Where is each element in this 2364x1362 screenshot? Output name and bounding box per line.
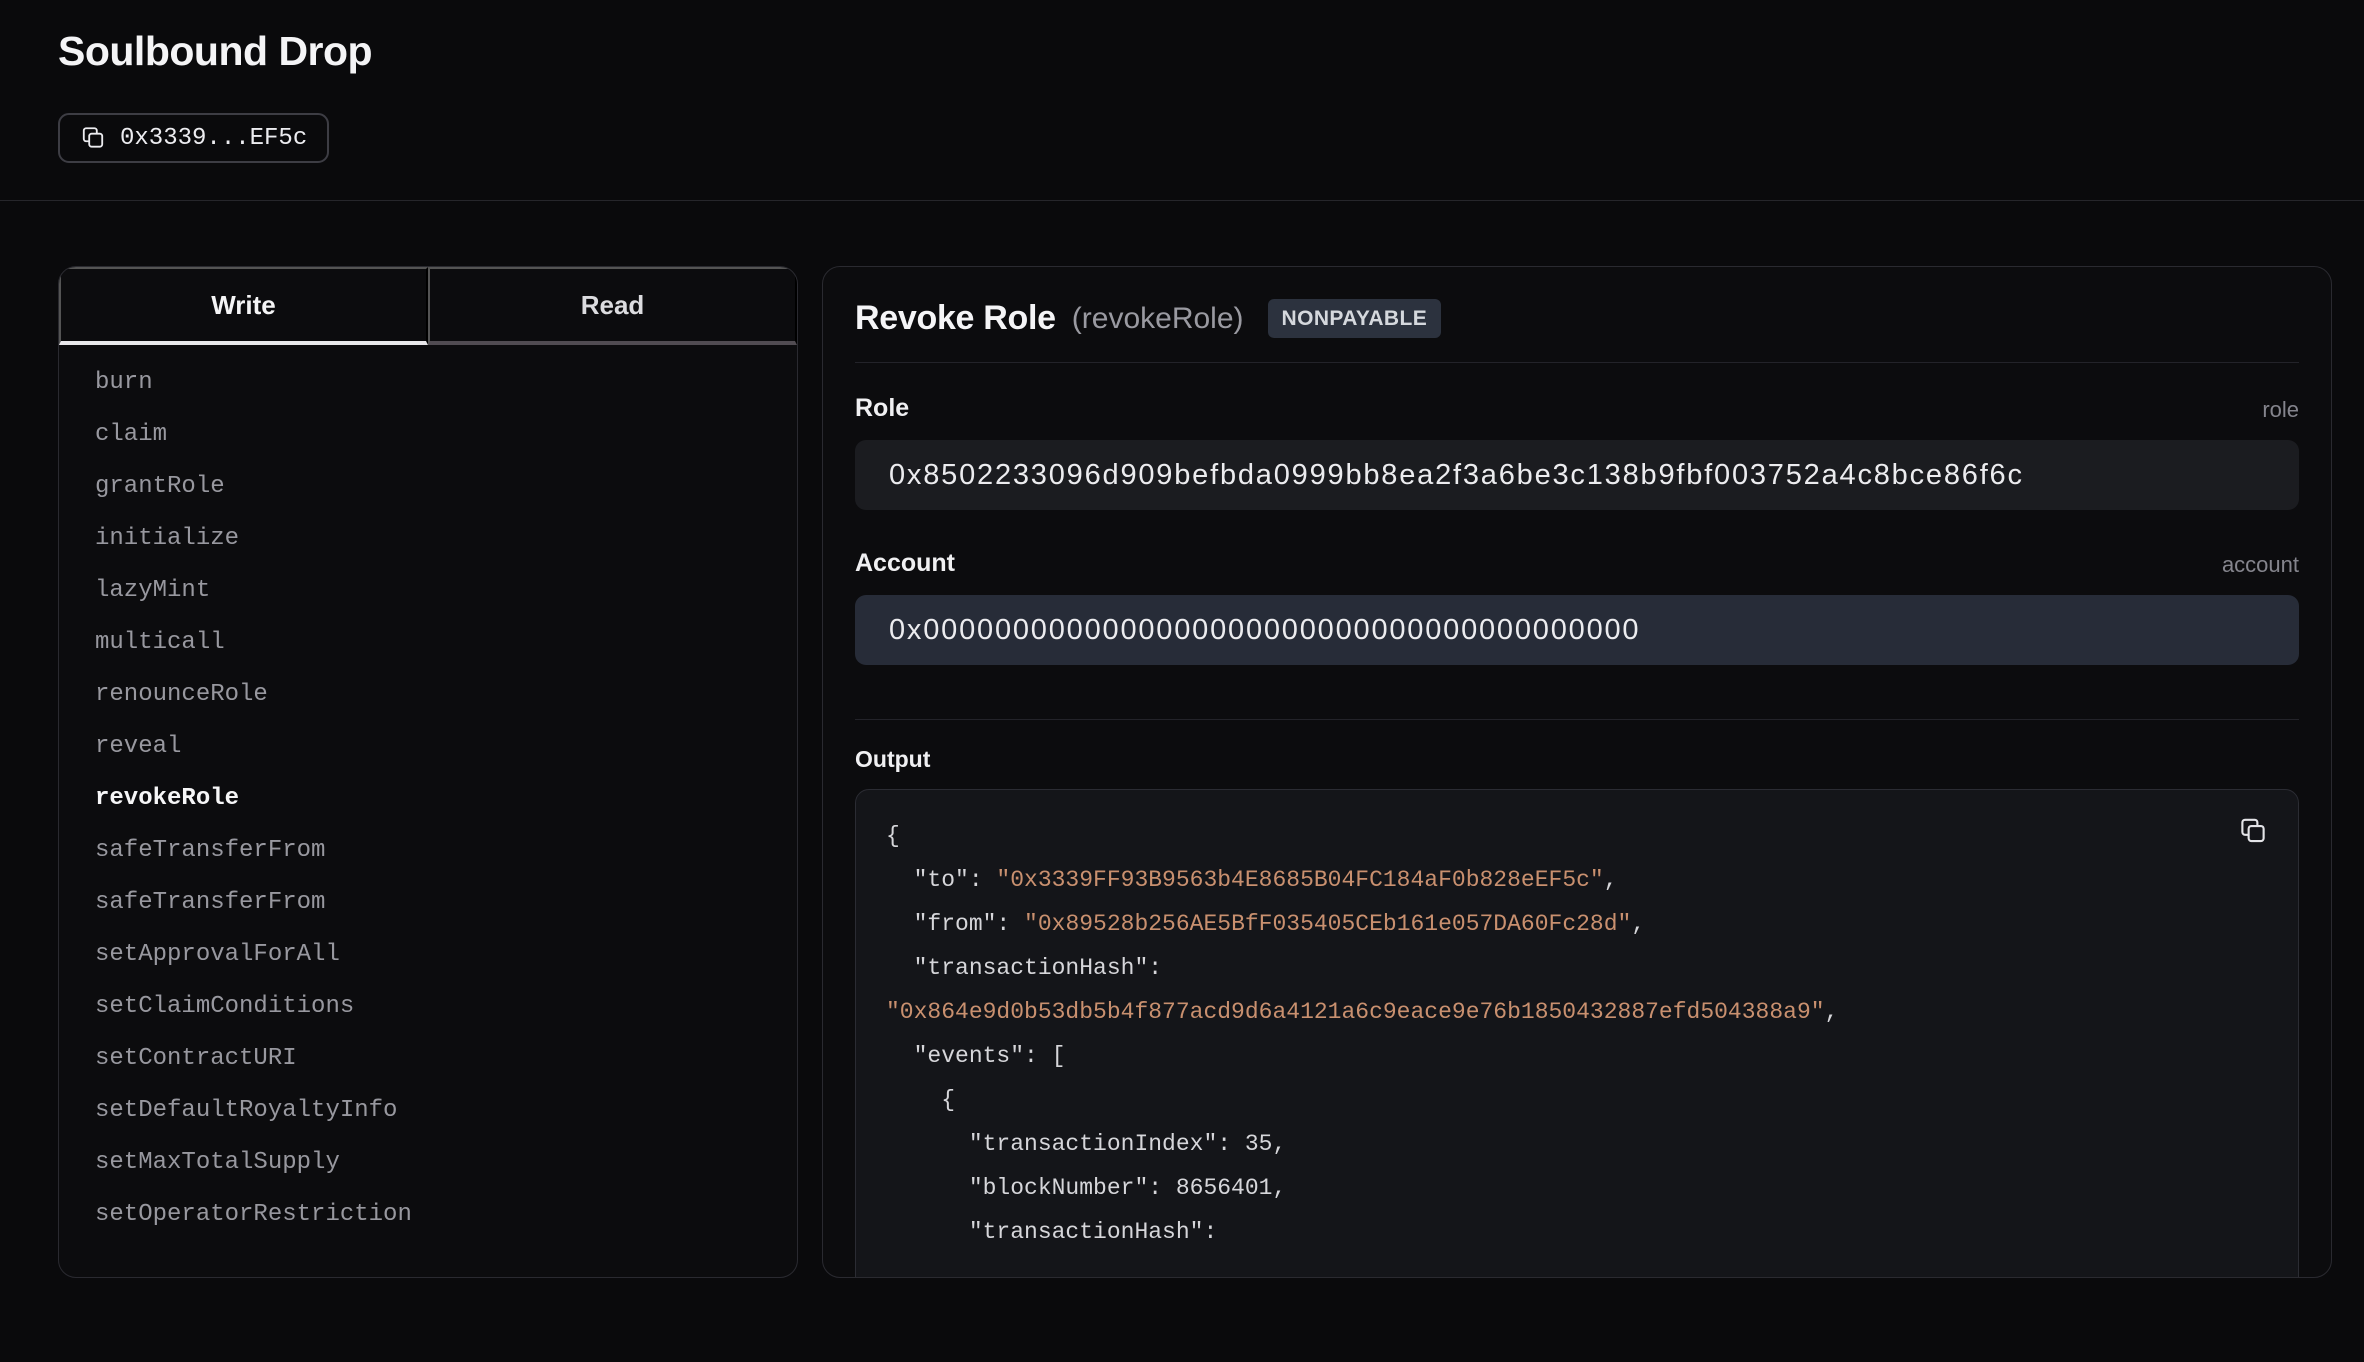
function-item-setDefaultRoyaltyInfo[interactable]: setDefaultRoyaltyInfo: [59, 1085, 797, 1137]
function-item-setClaimConditions[interactable]: setClaimConditions: [59, 981, 797, 1033]
account-hint: account: [2222, 552, 2299, 578]
tab-read[interactable]: Read: [428, 267, 797, 345]
function-name: (revokeRole): [1072, 302, 1244, 336]
copy-icon: [80, 125, 106, 151]
copy-icon: [2238, 816, 2268, 846]
function-list: burnclaimgrantRoleinitializelazyMintmult…: [59, 345, 797, 1261]
output-label: Output: [855, 746, 2299, 773]
function-detail-panel: Revoke Role (revokeRole) NONPAYABLE Role…: [822, 266, 2332, 1278]
role-label: Role: [855, 394, 909, 423]
functions-panel: Write Read burnclaimgrantRoleinitializel…: [58, 266, 798, 1278]
function-item-setMaxTotalSupply[interactable]: setMaxTotalSupply: [59, 1137, 797, 1189]
role-field-group: Role role: [855, 363, 2299, 510]
function-item-revokeRole[interactable]: revokeRole: [59, 773, 797, 825]
account-input[interactable]: [855, 595, 2299, 665]
output-code: { "to": "0x3339FF93B9563b4E8685B04FC184a…: [886, 814, 2268, 1254]
function-item-setContractURI[interactable]: setContractURI: [59, 1033, 797, 1085]
function-item-setOperatorRestriction[interactable]: setOperatorRestriction: [59, 1189, 797, 1241]
function-item-burn[interactable]: burn: [59, 357, 797, 409]
page-title: Soulbound Drop: [58, 26, 2306, 76]
account-label: Account: [855, 549, 955, 578]
account-field-group: Account account: [855, 518, 2299, 665]
function-item-setApprovalForAll[interactable]: setApprovalForAll: [59, 929, 797, 981]
page-header: Soulbound Drop 0x3339...EF5c: [0, 0, 2364, 201]
function-item-safeTransferFrom[interactable]: safeTransferFrom: [59, 877, 797, 929]
contract-explorer-screen: Soulbound Drop 0x3339...EF5c Write Read …: [0, 0, 2364, 1362]
function-item-lazyMint[interactable]: lazyMint: [59, 565, 797, 617]
role-hint: role: [2262, 397, 2299, 423]
role-label-row: Role role: [855, 393, 2299, 423]
output-code-block: { "to": "0x3339FF93B9563b4E8685B04FC184a…: [855, 789, 2299, 1278]
detail-header: Revoke Role (revokeRole) NONPAYABLE: [855, 299, 2299, 338]
function-item-reveal[interactable]: reveal: [59, 721, 797, 773]
function-item-multicall[interactable]: multicall: [59, 617, 797, 669]
tab-write[interactable]: Write: [59, 267, 428, 345]
role-input[interactable]: [855, 440, 2299, 510]
mutability-badge: NONPAYABLE: [1268, 299, 1442, 338]
function-item-claim[interactable]: claim: [59, 409, 797, 461]
output-divider: [855, 719, 2299, 720]
main-content: Write Read burnclaimgrantRoleinitializel…: [58, 266, 2332, 1278]
function-item-grantRole[interactable]: grantRole: [59, 461, 797, 513]
account-label-row: Account account: [855, 548, 2299, 578]
function-item-initialize[interactable]: initialize: [59, 513, 797, 565]
function-item-renounceRole[interactable]: renounceRole: [59, 669, 797, 721]
function-item-safeTransferFrom[interactable]: safeTransferFrom: [59, 825, 797, 877]
function-title: Revoke Role: [855, 299, 1056, 338]
contract-address-label: 0x3339...EF5c: [120, 125, 307, 152]
contract-address-badge[interactable]: 0x3339...EF5c: [58, 113, 329, 163]
tab-row: Write Read: [59, 267, 797, 345]
copy-output-button[interactable]: [2238, 816, 2268, 846]
